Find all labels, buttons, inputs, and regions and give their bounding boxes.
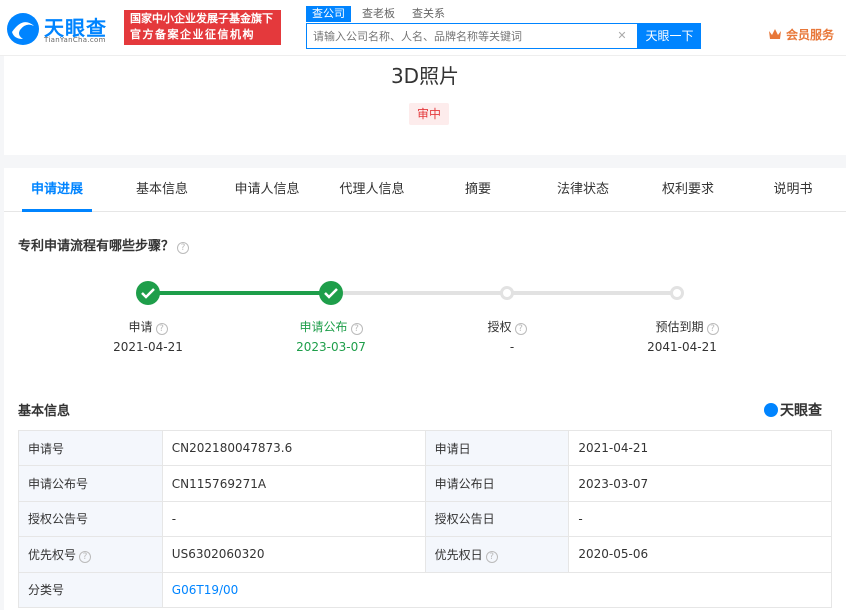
field-label: 申请日 (424, 429, 570, 467)
badge-line-1: 国家中小企业发展子基金旗下 (130, 12, 273, 25)
field-label: 授权公告号 (18, 500, 163, 538)
tab-legal-status[interactable]: 法律状态 (548, 168, 618, 212)
tab-applicant[interactable]: 申请人信息 (227, 168, 307, 212)
field-label: 申请公布日 (424, 465, 570, 502)
step-line-done (148, 291, 332, 295)
field-value: - (568, 500, 832, 538)
field-label: 申请公布号 (18, 465, 163, 502)
step-date: 2041-04-21 (647, 340, 717, 354)
member-service-link[interactable]: 会员服务 (768, 26, 834, 44)
help-icon[interactable]: ? (177, 242, 190, 254)
step-date: 2023-03-07 (296, 340, 366, 354)
step-label: 申请? (78, 318, 218, 335)
official-badge: 国家中小企业发展子基金旗下 官方备案企业征信机构 (124, 10, 281, 45)
tab-basic-info[interactable]: 基本信息 (127, 168, 197, 212)
field-label: 分类号 (18, 571, 163, 608)
tab-claims[interactable]: 权利要求 (653, 168, 723, 212)
field-value: 2020-05-06 (568, 536, 832, 573)
step-label-text: 预估到期 (655, 320, 704, 334)
tab-description[interactable]: 说明书 (763, 168, 823, 212)
field-value: US6302060320 (161, 536, 426, 573)
field-value: CN115769271A (161, 465, 426, 502)
field-label: 优先权号? (18, 536, 163, 573)
step-label-text: 申请公布 (299, 320, 348, 334)
field-label-text: 优先权号 (28, 547, 77, 562)
basic-info-heading: 基本信息 (18, 404, 71, 419)
step-pending-dot (670, 286, 684, 300)
field-value: 2021-04-21 (568, 429, 832, 467)
detail-tabs: 申请进展 基本信息 申请人信息 代理人信息 摘要 法律状态 权利要求 说明书 (4, 168, 846, 212)
help-icon[interactable]: ? (485, 550, 498, 563)
step-label: 授权? (437, 318, 577, 335)
search-box: ✕ (306, 23, 638, 49)
main-panel: 申请进展 基本信息 申请人信息 代理人信息 摘要 法律状态 权利要求 说明书 专… (4, 168, 846, 610)
help-icon[interactable]: ? (79, 550, 92, 563)
classification-link[interactable]: G06T19/00 (161, 571, 833, 608)
progress-steps: 申请? 2021-04-21 申请公布? 2023-03-07 授权? - 预估… (4, 268, 846, 368)
tab-abstract[interactable]: 摘要 (448, 168, 508, 212)
search-input[interactable] (313, 28, 613, 45)
table-row: 申请公布号 CN115769271A 申请公布日 2023-03-07 (18, 465, 832, 502)
status-badge: 审中 (409, 103, 449, 125)
step-label-text: 授权 (487, 320, 512, 334)
help-icon[interactable]: ? (350, 323, 363, 335)
step-check-icon (136, 281, 160, 305)
logo-subtitle: TianYanCha.com (44, 36, 106, 44)
step-label-text: 申请 (128, 320, 153, 334)
progress-heading-text: 专利申请流程有哪些步骤？ (18, 239, 175, 254)
brand-watermark: 天眼查 (764, 400, 822, 420)
brand-text: 天眼查 (780, 403, 822, 419)
field-value: 2023-03-07 (568, 465, 832, 502)
field-label: 授权公告日 (424, 500, 570, 538)
step-date: 2021-04-21 (113, 340, 183, 354)
step-date: - (509, 340, 515, 354)
field-label-text: 优先权日 (434, 547, 483, 562)
top-header: 天眼查 TianYanCha.com 国家中小企业发展子基金旗下 官方备案企业征… (0, 0, 846, 56)
field-label: 优先权日? (424, 536, 570, 573)
table-row: 分类号 G06T19/00 (18, 571, 833, 608)
help-icon[interactable]: ? (706, 323, 719, 335)
tab-progress[interactable]: 申请进展 (22, 168, 92, 212)
progress-heading: 专利申请流程有哪些步骤？? (18, 235, 190, 254)
tab-search-boss[interactable]: 查老板 (356, 6, 401, 22)
active-tab-indicator (22, 209, 92, 212)
table-row: 优先权号? US6302060320 优先权日? 2020-05-06 (18, 536, 832, 573)
member-service-label: 会员服务 (786, 28, 835, 42)
crown-icon (769, 29, 781, 39)
logo[interactable]: 天眼查 TianYanCha.com (6, 10, 120, 48)
table-row: 授权公告号 - 授权公告日 - (18, 500, 832, 538)
field-value: CN202180047873.6 (161, 429, 426, 467)
brand-icon (764, 403, 778, 417)
tab-search-company[interactable]: 查公司 (306, 6, 351, 22)
page-title: 3D照片 (390, 64, 460, 88)
help-icon[interactable]: ? (514, 323, 527, 335)
step-pending-dot (500, 286, 514, 300)
step-label: 申请公布? (261, 318, 401, 335)
help-icon[interactable]: ? (155, 323, 168, 335)
badge-line-2: 官方备案企业征信机构 (130, 28, 255, 41)
title-card: 3D照片 审中 (4, 56, 846, 155)
tab-search-relation[interactable]: 查关系 (406, 6, 451, 22)
clear-icon[interactable]: ✕ (615, 29, 629, 43)
tab-agent[interactable]: 代理人信息 (332, 168, 412, 212)
basic-info-table: 申请号 CN202180047873.6 申请日 2021-04-21 申请公布… (18, 429, 833, 608)
step-check-icon (319, 281, 343, 305)
search-button[interactable]: 天眼一下 (638, 23, 701, 49)
logo-icon (7, 13, 39, 45)
field-value: - (161, 500, 426, 538)
table-row: 申请号 CN202180047873.6 申请日 2021-04-21 (18, 429, 832, 467)
step-label: 预估到期? (617, 318, 757, 335)
field-label: 申请号 (18, 429, 163, 467)
